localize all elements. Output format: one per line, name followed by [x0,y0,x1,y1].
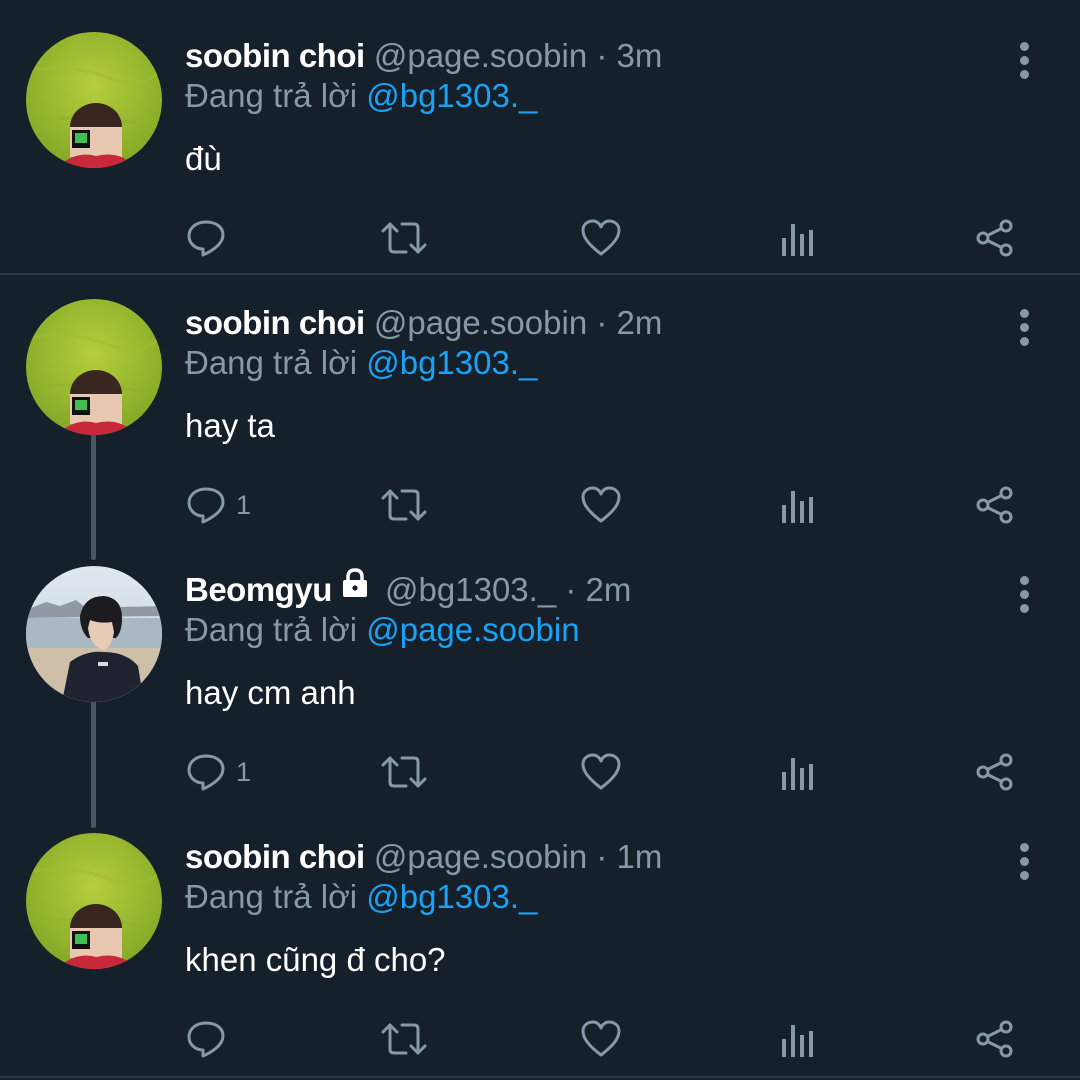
username[interactable]: @page.soobin [374,37,587,74]
more-options-icon[interactable] [1012,40,1036,80]
replying-to-label: Đang trả lời [185,344,358,381]
views-icon [782,758,813,790]
tweet-text: hay cm anh [185,674,356,711]
reply-icon [187,487,225,524]
display-name[interactable]: soobin choi [185,37,365,74]
tweet-text: đù [185,140,222,177]
username[interactable]: @page.soobin [374,838,587,875]
reply-button[interactable] [186,1009,266,1069]
avatar[interactable] [26,299,162,435]
like-button[interactable] [580,475,624,535]
action-bar: 1 [0,742,1080,802]
reply-button[interactable] [186,208,266,268]
views-button[interactable] [780,475,816,535]
avatar[interactable] [26,32,162,168]
replying-to: Đang trả lời @bg1303._ [185,72,537,120]
like-button[interactable] [580,1009,624,1069]
share-icon [976,753,1013,791]
retweet-button[interactable] [380,475,430,535]
retweet-button[interactable] [380,742,430,802]
display-name[interactable]: Beomgyu [185,571,332,608]
reply-icon [187,1021,225,1058]
views-icon [782,491,813,523]
tweet-text: hay ta [185,407,275,444]
tweet-divider [0,1076,1080,1078]
retweet-icon [381,1023,427,1055]
mention-link[interactable]: @page.soobin [366,611,579,648]
timestamp: · 3m [596,37,663,74]
share-button[interactable] [974,208,1016,268]
like-button[interactable] [580,742,624,802]
replying-to-label: Đang trả lời [185,77,358,114]
like-button[interactable] [580,208,624,268]
username[interactable]: @page.soobin [374,304,587,341]
replying-to: Đang trả lời @bg1303._ [185,873,537,921]
share-button[interactable] [974,475,1016,535]
mention-link[interactable]: @bg1303._ [366,344,537,381]
views-icon [782,1025,813,1057]
timestamp: · 1m [596,838,663,875]
share-button[interactable] [974,1009,1016,1069]
like-icon [581,1020,621,1057]
replying-to: Đang trả lời @bg1303._ [185,339,537,387]
action-bar [0,208,1080,268]
more-options-icon[interactable] [1012,841,1036,881]
action-bar [0,1009,1080,1069]
like-icon [581,753,621,790]
like-icon [581,486,621,523]
share-icon [976,1020,1013,1058]
retweet-icon [381,489,427,521]
avatar[interactable] [26,566,162,702]
views-button[interactable] [780,742,816,802]
display-name[interactable]: soobin choi [185,304,365,341]
more-options-icon[interactable] [1012,307,1036,347]
reply-count: 1 [236,757,252,787]
views-button[interactable] [780,1009,816,1069]
reply-count: 1 [236,490,252,520]
share-button[interactable] [974,742,1016,802]
retweet-icon [381,222,427,254]
share-icon [976,219,1013,257]
mention-link[interactable]: @bg1303._ [366,77,537,114]
reply-icon [187,220,225,257]
mention-link[interactable]: @bg1303._ [366,878,537,915]
timestamp: · 2m [596,304,663,341]
retweet-button[interactable] [380,208,430,268]
action-bar: 1 [0,475,1080,535]
username[interactable]: @bg1303._ [385,571,556,608]
replying-to: Đang trả lời @page.soobin [185,606,580,654]
tweet-divider [0,273,1080,275]
display-name[interactable]: soobin choi [185,838,365,875]
retweet-icon [381,756,427,788]
replying-to-label: Đang trả lời [185,878,358,915]
reply-icon [187,754,225,791]
reply-button[interactable]: 1 [186,475,266,535]
avatar[interactable] [26,833,162,969]
retweet-button[interactable] [380,1009,430,1069]
reply-button[interactable]: 1 [186,742,266,802]
views-icon [782,224,813,256]
timestamp: · 2m [565,571,632,608]
replying-to-label: Đang trả lời [185,611,358,648]
like-icon [581,219,621,256]
share-icon [976,486,1013,524]
views-button[interactable] [780,208,816,268]
tweet-text: khen cũng đ cho? [185,941,446,978]
more-options-icon[interactable] [1012,574,1036,614]
